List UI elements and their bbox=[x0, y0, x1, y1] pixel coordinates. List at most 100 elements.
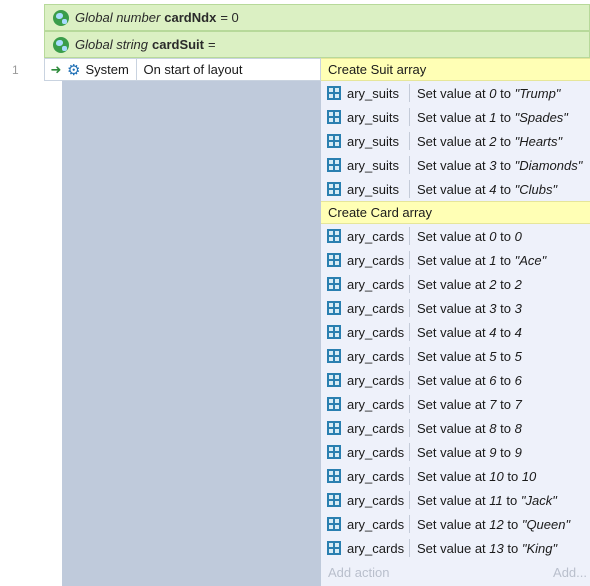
action-divider bbox=[409, 419, 410, 437]
action-index: 2 bbox=[489, 133, 497, 149]
action-divider bbox=[409, 491, 410, 509]
action-divider bbox=[409, 467, 410, 485]
action-to: to bbox=[496, 300, 515, 316]
add-more-link[interactable]: Add... bbox=[553, 565, 587, 580]
action-row[interactable]: ary_suits Set value at 2 to "Hearts" bbox=[321, 129, 590, 153]
comment-row[interactable]: Create Card array bbox=[321, 201, 590, 224]
action-text: Set value at 13 to "King" bbox=[417, 541, 557, 556]
action-divider bbox=[409, 299, 410, 317]
action-text: Set value at 11 to "Jack" bbox=[417, 493, 557, 508]
array-grid-icon bbox=[327, 301, 341, 315]
action-object: ary_suits bbox=[347, 157, 400, 173]
action-text: Set value at 3 to 3 bbox=[417, 301, 522, 316]
action-row[interactable]: ary_suits Set value at 1 to "Spades" bbox=[321, 105, 590, 129]
action-row[interactable]: ary_cards Set value at 11 to "Jack" bbox=[321, 488, 590, 512]
comment-row[interactable]: Create Suit array bbox=[321, 58, 590, 81]
action-divider bbox=[409, 251, 410, 269]
global-var-name: cardSuit bbox=[151, 37, 204, 52]
action-object: ary_cards bbox=[347, 444, 405, 460]
action-object: ary_suits bbox=[347, 133, 400, 149]
action-verb: Set value at bbox=[417, 300, 490, 316]
action-verb: Set value at bbox=[417, 348, 490, 364]
action-row[interactable]: ary_cards Set value at 12 to "Queen" bbox=[321, 512, 590, 536]
action-row[interactable]: ary_cards Set value at 7 to 7 bbox=[321, 392, 590, 416]
action-row[interactable]: ary_suits Set value at 3 to "Diamonds" bbox=[321, 153, 590, 177]
array-grid-icon bbox=[327, 229, 341, 243]
action-index: 13 bbox=[489, 540, 504, 556]
action-row[interactable]: ary_cards Set value at 0 to 0 bbox=[321, 224, 590, 248]
action-value: "Diamonds" bbox=[514, 157, 583, 173]
action-row[interactable]: ary_cards Set value at 9 to 9 bbox=[321, 440, 590, 464]
add-action-row: Add action Add... bbox=[321, 560, 590, 584]
action-verb: Set value at bbox=[417, 133, 490, 149]
action-object: ary_suits bbox=[347, 85, 400, 101]
array-grid-icon bbox=[327, 253, 341, 267]
action-object: ary_cards bbox=[347, 540, 405, 556]
action-object: ary_cards bbox=[347, 252, 405, 268]
action-text: Set value at 4 to "Clubs" bbox=[417, 182, 557, 197]
condition-object: System bbox=[85, 62, 129, 77]
action-text: Set value at 5 to 5 bbox=[417, 349, 522, 364]
action-divider bbox=[409, 323, 410, 341]
action-row[interactable]: ary_cards Set value at 3 to 3 bbox=[321, 296, 590, 320]
action-row[interactable]: ary_cards Set value at 2 to 2 bbox=[321, 272, 590, 296]
action-row[interactable]: ary_cards Set value at 4 to 4 bbox=[321, 320, 590, 344]
action-row[interactable]: ary_cards Set value at 8 to 8 bbox=[321, 416, 590, 440]
array-grid-icon bbox=[327, 421, 341, 435]
action-value: 3 bbox=[514, 300, 522, 316]
action-text: Set value at 4 to 4 bbox=[417, 325, 522, 340]
action-text: Set value at 0 to 0 bbox=[417, 229, 522, 244]
condition-divider bbox=[136, 58, 138, 81]
action-verb: Set value at bbox=[417, 420, 490, 436]
action-index: 3 bbox=[489, 157, 497, 173]
action-object: ary_cards bbox=[347, 228, 405, 244]
array-grid-icon bbox=[327, 469, 341, 483]
action-index: 2 bbox=[489, 276, 497, 292]
action-row[interactable]: ary_cards Set value at 6 to 6 bbox=[321, 368, 590, 392]
action-divider bbox=[409, 132, 410, 150]
global-var-name: cardNdx bbox=[164, 10, 217, 25]
action-row[interactable]: ary_cards Set value at 1 to "Ace" bbox=[321, 248, 590, 272]
action-to: to bbox=[496, 372, 515, 388]
action-value: 9 bbox=[514, 444, 522, 460]
array-grid-icon bbox=[327, 110, 341, 124]
event-line-number: 1 bbox=[12, 63, 19, 77]
trigger-arrow-icon: ➜ bbox=[50, 61, 62, 77]
event-condition[interactable]: ➜ ⚙ System On start of layout bbox=[44, 58, 321, 81]
action-to: to bbox=[496, 109, 515, 125]
action-index: 11 bbox=[489, 492, 503, 508]
array-grid-icon bbox=[327, 134, 341, 148]
action-divider bbox=[409, 395, 410, 413]
action-divider bbox=[409, 108, 410, 126]
action-verb: Set value at bbox=[417, 276, 490, 292]
action-text: Set value at 12 to "Queen" bbox=[417, 517, 570, 532]
action-divider bbox=[409, 156, 410, 174]
event-block-margin[interactable] bbox=[62, 81, 321, 586]
action-value: "Queen" bbox=[521, 516, 571, 532]
action-divider bbox=[409, 275, 410, 293]
action-verb: Set value at bbox=[417, 372, 490, 388]
action-verb: Set value at bbox=[417, 85, 490, 101]
action-verb: Set value at bbox=[417, 468, 490, 484]
action-row[interactable]: ary_cards Set value at 10 to 10 bbox=[321, 464, 590, 488]
add-action-link[interactable]: Add action bbox=[328, 565, 389, 580]
action-row[interactable]: ary_cards Set value at 13 to "King" bbox=[321, 536, 590, 560]
action-verb: Set value at bbox=[417, 252, 490, 268]
global-var-cardNdx[interactable]: Global number cardNdx = 0 bbox=[44, 4, 590, 31]
global-var-cardSuit[interactable]: Global string cardSuit = bbox=[44, 31, 590, 58]
action-text: Set value at 10 to 10 bbox=[417, 469, 536, 484]
array-grid-icon bbox=[327, 325, 341, 339]
action-index: 8 bbox=[489, 420, 497, 436]
action-to: to bbox=[496, 396, 515, 412]
event-sheet: Global number cardNdx = 0 Global string … bbox=[0, 0, 590, 586]
action-text: Set value at 6 to 6 bbox=[417, 373, 522, 388]
action-row[interactable]: ary_cards Set value at 5 to 5 bbox=[321, 344, 590, 368]
action-row[interactable]: ary_suits Set value at 4 to "Clubs" bbox=[321, 177, 590, 201]
array-grid-icon bbox=[327, 517, 341, 531]
action-index: 1 bbox=[489, 252, 497, 268]
action-row[interactable]: ary_suits Set value at 0 to "Trump" bbox=[321, 81, 590, 105]
action-to: to bbox=[496, 348, 515, 364]
action-verb: Set value at bbox=[417, 109, 490, 125]
action-divider bbox=[409, 371, 410, 389]
action-text: Set value at 9 to 9 bbox=[417, 445, 522, 460]
